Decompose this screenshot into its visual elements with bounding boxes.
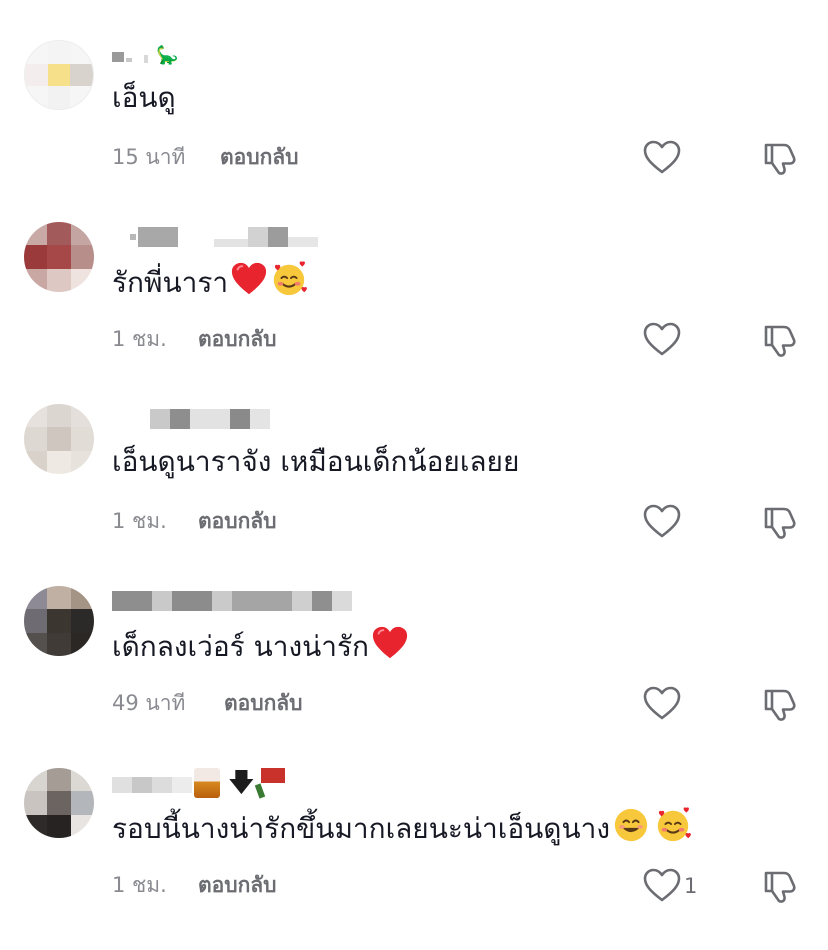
like-button[interactable] (642, 320, 682, 360)
reply-button[interactable]: ตอบกลับ (224, 688, 303, 718)
username[interactable]: 🡇 (112, 768, 285, 799)
dislike-button[interactable] (760, 502, 800, 542)
comment-text: รักพี่นารา (112, 260, 308, 303)
reply-button[interactable]: ตอบกลับ (198, 324, 277, 354)
avatar[interactable] (24, 40, 94, 110)
like-button[interactable]: 1 (642, 866, 697, 906)
comment-text: เอ็นดู (112, 81, 176, 114)
comment-text: เด็กลงเว่อร์ นางน่ารัก (112, 624, 409, 667)
red-heart-emoji-icon (230, 260, 268, 298)
heart-outline-icon (642, 502, 682, 542)
comment-time: 1 ชม. (112, 327, 167, 351)
avatar[interactable] (24, 768, 94, 838)
heart-outline-icon (642, 684, 682, 724)
username[interactable] (112, 588, 352, 614)
username[interactable]: 🦕 (112, 42, 178, 68)
comment-time: 1 ชม. (112, 873, 167, 897)
red-heart-emoji-icon (371, 624, 409, 662)
heart-outline-icon (642, 138, 682, 178)
smiling-face-emoji-icon (612, 806, 650, 844)
comment-time: 1 ชม. (112, 509, 167, 533)
username[interactable] (112, 224, 318, 250)
dislike-button[interactable] (760, 138, 800, 178)
reply-button[interactable]: ตอบกลับ (220, 142, 299, 172)
thumbs-down-icon (760, 684, 800, 724)
heart-outline-icon (642, 866, 682, 906)
smiling-face-with-hearts-emoji-icon (654, 806, 692, 844)
down-arrow-icon: 🡇 (228, 768, 255, 798)
like-button[interactable] (642, 502, 682, 542)
animal-emoji-icon: 🦕 (156, 44, 179, 66)
dislike-button[interactable] (760, 866, 800, 906)
thumbs-down-icon (760, 138, 800, 178)
comment-item: เด็กลงเว่อร์ นางน่ารัก 49 นาที ตอบกลับ (0, 586, 828, 768)
comment-item: เอ็นดูนาราจัง เหมือนเด็กน้อยเลยย 1 ชม. ต… (0, 404, 828, 586)
dislike-button[interactable] (760, 320, 800, 360)
comment-item: 🦕 เอ็นดู 15 นาที ตอบกลับ (0, 40, 828, 222)
reply-button[interactable]: ตอบกลับ (198, 870, 277, 900)
comment-item: รักพี่นารา 1 ชม. ตอบกลับ (0, 222, 828, 404)
like-button[interactable] (642, 138, 682, 178)
thumbs-down-icon (760, 866, 800, 906)
comment-text: เอ็นดูนาราจัง เหมือนเด็กน้อยเลยย (112, 445, 520, 478)
smiling-face-with-hearts-emoji-icon (270, 260, 308, 298)
thumbs-down-icon (760, 320, 800, 360)
comment-item: 🡇 รอบนี้นางน่ารักขึ้นมากเลยนะน่าเอ็นดูนา… (0, 768, 828, 950)
like-count: 1 (684, 874, 698, 898)
heart-outline-icon (642, 320, 682, 360)
avatar[interactable] (24, 222, 94, 292)
rose-emoji-icon (254, 768, 285, 799)
comment-text: รอบนี้นางน่ารักขึ้นมากเลยนะน่าเอ็นดูนาง (112, 806, 692, 849)
comment-time: 15 นาที (112, 145, 186, 169)
dislike-button[interactable] (760, 684, 800, 724)
comment-time: 49 นาที (112, 691, 186, 715)
reply-button[interactable]: ตอบกลับ (198, 506, 277, 536)
avatar[interactable] (24, 404, 94, 474)
avatar[interactable] (24, 586, 94, 656)
thumbs-down-icon (760, 502, 800, 542)
like-button[interactable] (642, 684, 682, 724)
whiskey-glass-emoji-icon (194, 768, 220, 798)
username[interactable] (112, 406, 270, 432)
